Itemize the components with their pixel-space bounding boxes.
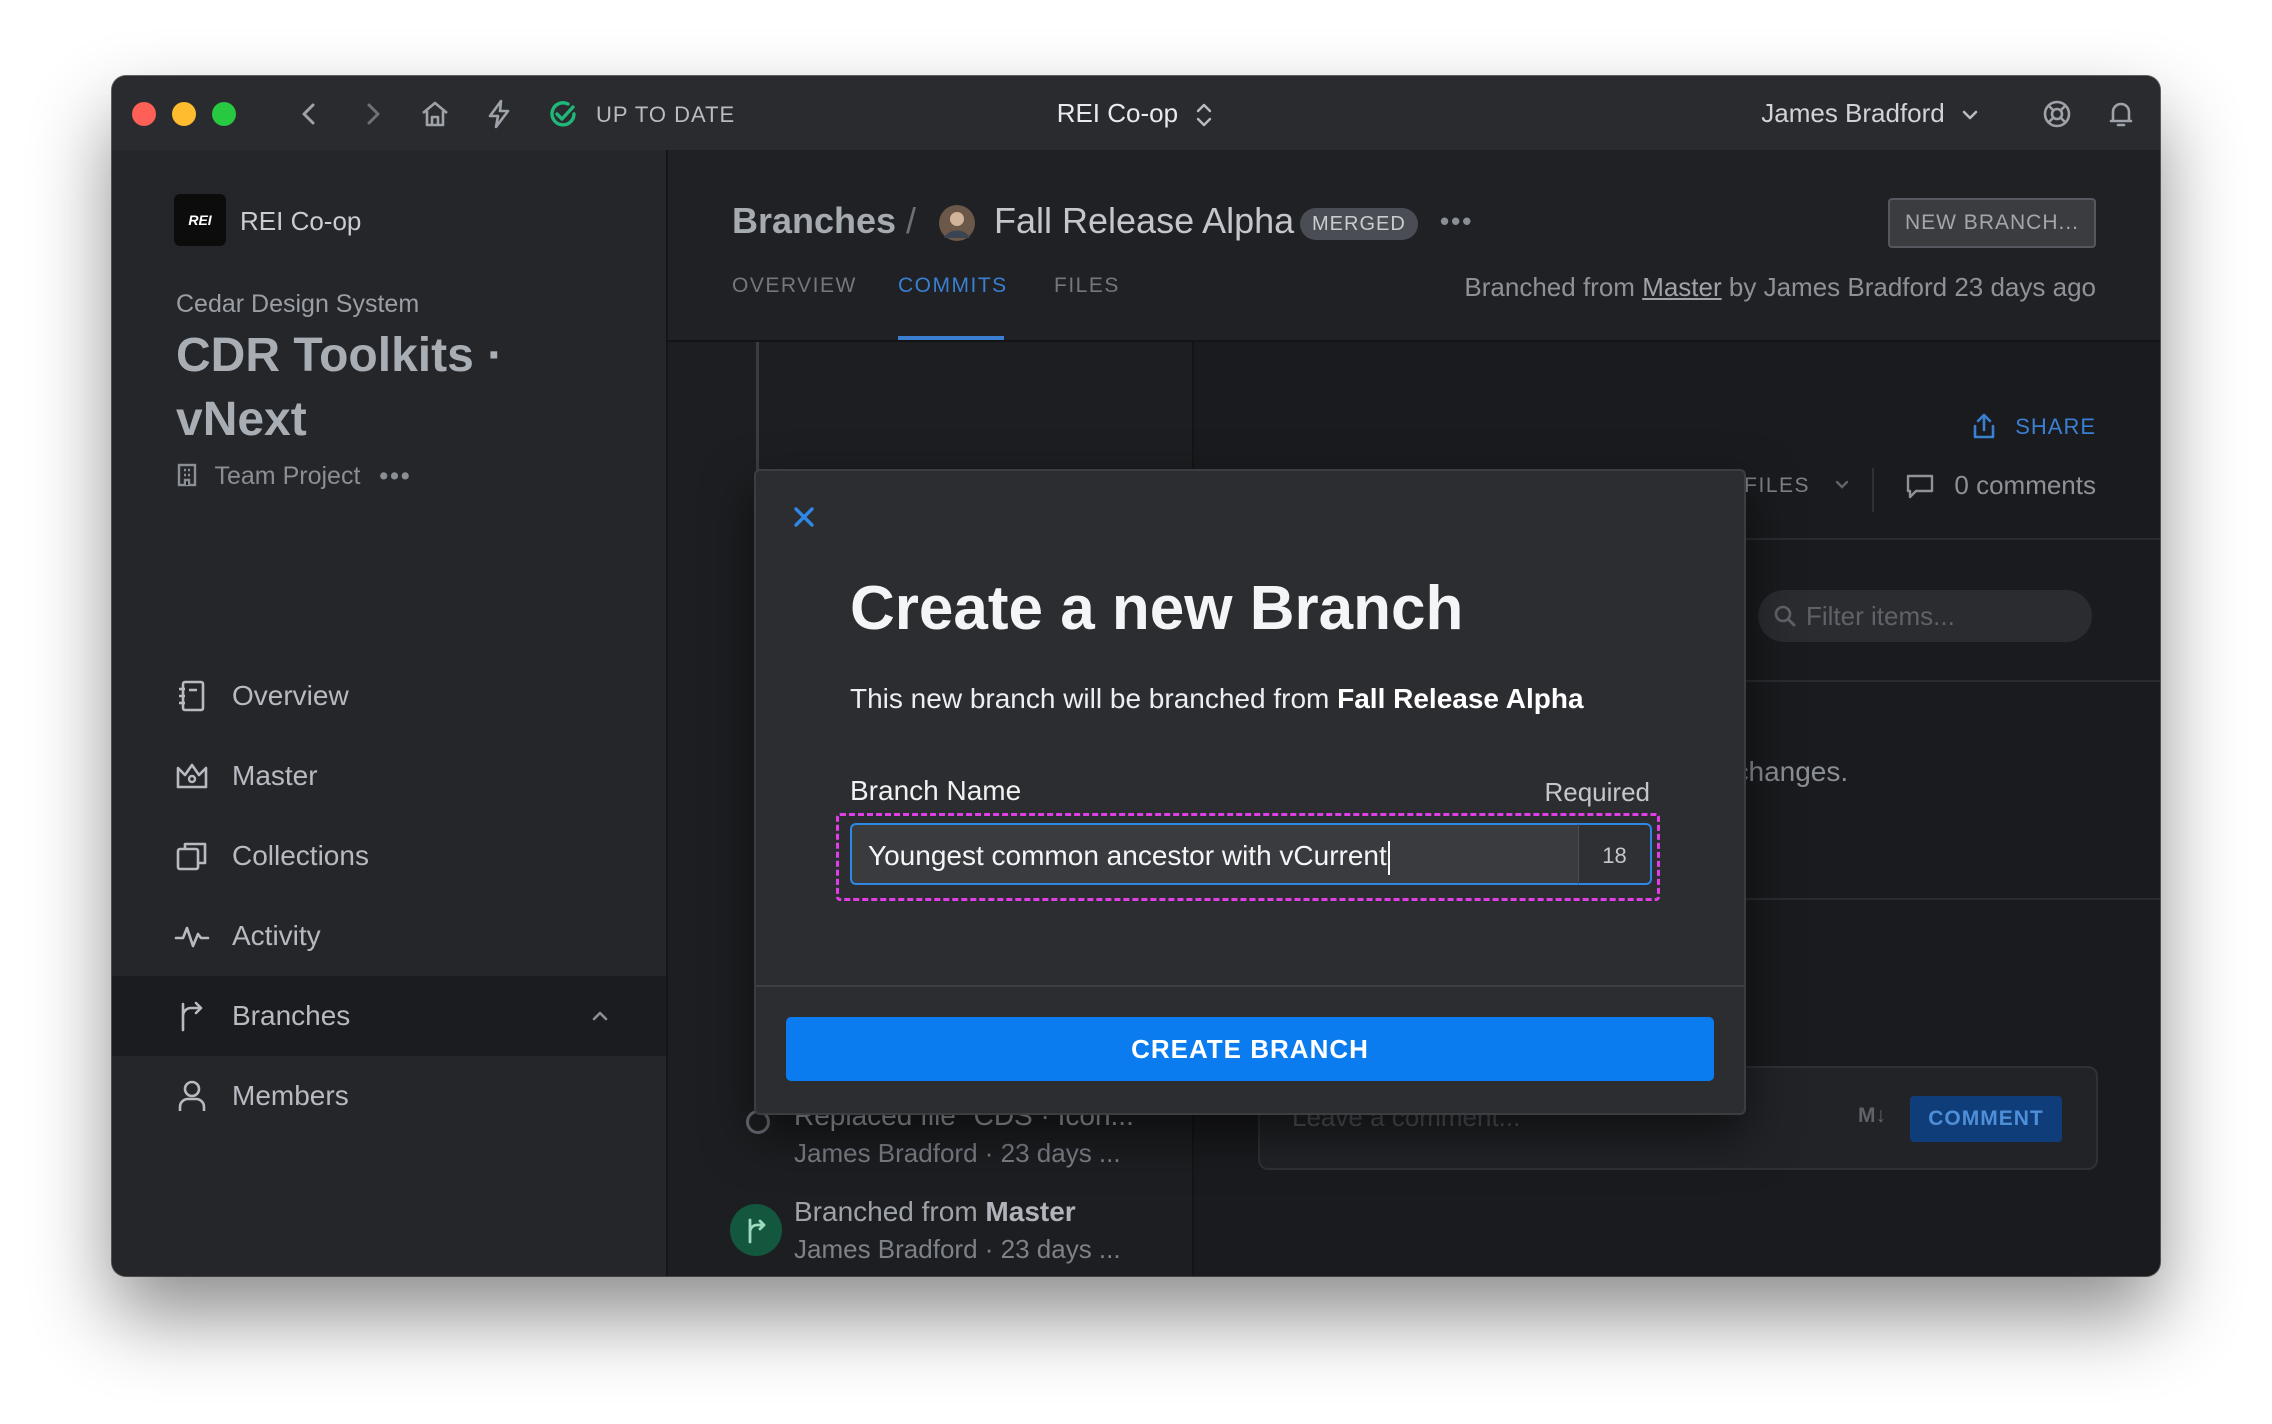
workspace-name: REI Co-op	[1056, 98, 1179, 128]
commit-meta: James Bradford · 23 days ...	[794, 1234, 1121, 1264]
person-icon	[178, 1080, 206, 1111]
dialog-title: Create a new Branch	[850, 574, 1464, 643]
active-tab-indicator	[898, 336, 1004, 340]
comments-count-label: 0 comments	[1954, 470, 2096, 500]
project-more-icon[interactable]: •••	[379, 462, 411, 490]
text-caret	[1387, 840, 1390, 875]
share-button[interactable]: SHARE	[1970, 412, 2096, 440]
status-badge: MERGED	[1300, 208, 1418, 240]
branched-suffix: by James Bradford 23 days ago	[1728, 272, 2096, 302]
activity-icon	[174, 926, 210, 948]
sidebar-item-label: Activity	[232, 920, 321, 951]
crown-icon	[176, 763, 208, 789]
help-lifebuoy-icon[interactable]	[2040, 97, 2074, 131]
sidebar-item-label: Master	[232, 760, 318, 791]
sidebar-item-label: Collections	[232, 840, 369, 871]
tab-commits[interactable]: COMMITS	[898, 274, 1008, 298]
up-down-chevron-icon	[1197, 103, 1212, 127]
sidebar-item-overview[interactable]: Overview	[112, 656, 666, 736]
tab-files[interactable]: FILES	[1054, 274, 1120, 298]
share-icon	[1973, 413, 1995, 439]
branch-title: Fall Release Alpha	[994, 200, 1295, 241]
app-window: UP TO DATE REI Co-op James Bradford REI …	[112, 76, 2160, 1276]
breadcrumb-separator: /	[906, 200, 917, 241]
collections-icon	[176, 842, 207, 871]
project-owner: Cedar Design System	[176, 290, 420, 318]
branched-source-link[interactable]: Master	[1642, 272, 1721, 302]
branch-icon	[181, 1001, 203, 1032]
markdown-icon: M↓	[1858, 1104, 1886, 1127]
notebook-icon	[179, 680, 205, 712]
commit-title-source: Master	[985, 1196, 1076, 1227]
branched-prefix: Branched from	[1464, 272, 1635, 302]
required-indicator: Required	[1544, 777, 1650, 807]
create-branch-dialog: Create a new Branch This new branch will…	[754, 469, 1746, 1115]
sidebar-item-members[interactable]: Members	[112, 1056, 666, 1136]
comment-button[interactable]: COMMENT	[1910, 1096, 2062, 1142]
breadcrumb-branches[interactable]: Branches	[732, 200, 896, 242]
chevron-up-icon[interactable]	[590, 1006, 610, 1026]
branched-from-info: Branched from Master by James Bradford 2…	[1464, 272, 2096, 303]
dialog-description: This new branch will be branched from Fa…	[850, 683, 1584, 715]
sidebar-item-collections[interactable]: Collections	[112, 816, 666, 896]
divider	[1872, 468, 1874, 512]
create-branch-button[interactable]: CREATE BRANCH	[786, 1017, 1714, 1081]
sidebar-item-label: Branches	[232, 1000, 351, 1031]
project-type: Team Project •••	[176, 462, 412, 491]
project-type-label: Team Project	[214, 462, 361, 490]
org-name[interactable]: REI Co-op	[240, 206, 361, 237]
share-label: SHARE	[2015, 414, 2096, 439]
sidebar-item-label: Overview	[232, 680, 349, 711]
user-menu[interactable]: James Bradford	[1761, 98, 1980, 129]
description-prefix: This new branch will be branched from	[850, 683, 1330, 714]
branch-origin-node	[730, 1204, 782, 1256]
branch-name-input[interactable]: Youngest common ancestor with vCurrent	[850, 823, 1578, 885]
commit-meta: James Bradford · 23 days ...	[794, 1138, 1121, 1168]
search-icon	[1774, 605, 1796, 627]
title-bar: UP TO DATE REI Co-op James Bradford	[112, 76, 2160, 152]
branch-name-label: Branch Name	[850, 775, 1022, 806]
org-logo: REI	[174, 194, 226, 246]
comment-icon	[1906, 474, 1934, 499]
user-name: James Bradford	[1761, 98, 1945, 128]
commit-title-prefix: Branched from	[794, 1196, 978, 1227]
more-options-icon[interactable]: •••	[1440, 206, 1473, 237]
bell-icon[interactable]	[2104, 97, 2138, 131]
description-source-branch: Fall Release Alpha	[1337, 683, 1584, 714]
commit-title[interactable]: Branched from Master	[794, 1196, 1076, 1228]
comments-count[interactable]: 0 comments	[1905, 470, 2096, 501]
branch-name-value: Youngest common ancestor with vCurrent	[868, 840, 1387, 871]
branch-icon	[748, 1218, 766, 1244]
dialog-divider	[756, 985, 1744, 987]
new-branch-button[interactable]: NEW BRANCH...	[1888, 198, 2096, 248]
sidebar-item-branches[interactable]: Branches	[112, 976, 666, 1056]
sidebar-item-master[interactable]: Master	[112, 736, 666, 816]
avatar	[939, 205, 975, 241]
char-remaining-count: 18	[1578, 823, 1652, 885]
filter-placeholder: Filter items...	[1806, 601, 1955, 631]
branch-header: Branches / Fall Release Alpha MERGED •••…	[668, 150, 2160, 342]
close-icon[interactable]	[786, 499, 822, 535]
filter-input[interactable]: Filter items...	[1758, 590, 2092, 642]
tab-overview[interactable]: OVERVIEW	[732, 274, 857, 298]
sidebar-item-label: Members	[232, 1080, 349, 1111]
building-icon	[177, 463, 197, 487]
sidebar-item-activity[interactable]: Activity	[112, 896, 666, 976]
sidebar: REI REI Co-op Cedar Design System CDR To…	[112, 150, 668, 1276]
chevron-down-icon	[1836, 480, 1849, 489]
chevron-down-icon	[1962, 110, 1978, 120]
project-title: CDR Toolkits · vNext	[176, 329, 504, 446]
